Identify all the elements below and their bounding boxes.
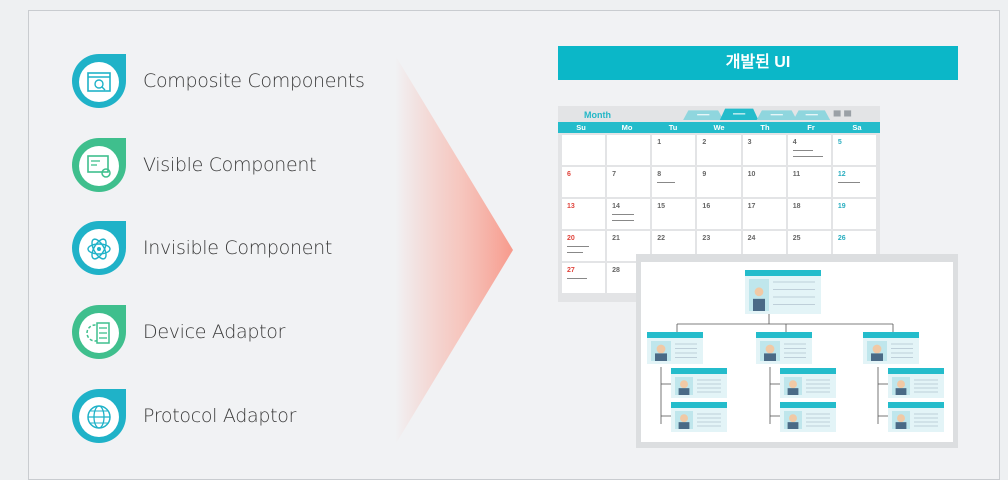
weekday-label: Th [760, 123, 770, 132]
org-card [647, 332, 703, 364]
result-title: 개발된 UI [558, 46, 958, 80]
atom-icon [70, 219, 128, 277]
calendar-day-cell: 1 [652, 135, 696, 165]
calendar-day-number: 28 [612, 267, 620, 274]
calendar-day-number: 24 [747, 235, 756, 242]
calendar-weekday-header: Su Mo Tu We Th Fr Sa [558, 122, 880, 133]
calendar-month-label: Month [584, 110, 611, 120]
calendar-day-cell: 17 [742, 199, 786, 229]
calendar-event-line [792, 156, 823, 157]
weekday-label: We [713, 123, 725, 132]
list-item-composite-components: Composite Components [70, 52, 390, 112]
list-item-device-adaptor: Device Adaptor [70, 303, 390, 363]
calendar-day-cell [562, 135, 606, 165]
calendar-day-number: 1 [657, 139, 662, 146]
calendar-day-cell: 10 [742, 167, 786, 197]
calendar-day-number: 21 [612, 235, 620, 242]
calendar-day-number: 13 [567, 203, 575, 210]
calendar-day-number: 3 [747, 139, 752, 146]
org-card [756, 332, 812, 364]
calendar-day-cell: 9 [697, 167, 741, 197]
calendar-event-line [612, 220, 635, 221]
calendar-day-number: 4 [792, 139, 797, 146]
calendar-day-cell: 7 [607, 167, 651, 197]
calendar-event-line [837, 182, 860, 183]
calendar-day-cell: 16 [697, 199, 741, 229]
weekday-label: Su [576, 123, 586, 132]
calendar-day-cell: 20 [562, 231, 606, 261]
calendar-day-number: 18 [792, 203, 801, 210]
calendar-day-cell: 12 [832, 167, 876, 197]
calendar-day-number: 23 [702, 235, 711, 242]
org-card [780, 402, 836, 432]
calendar-day-cell: 8 [652, 167, 696, 197]
item-label: Protocol Adaptor [143, 405, 297, 427]
calendar-day-number: 25 [792, 235, 801, 242]
calendar-day-number: 16 [702, 203, 711, 210]
weekday-label: Sa [852, 123, 862, 132]
calendar-day-number: 5 [837, 139, 842, 146]
calendar-event-line [567, 278, 587, 279]
calendar-day-number: 27 [567, 267, 575, 274]
weekday-label: Mo [621, 123, 633, 132]
list-item-visible-component: Visible Component [70, 136, 390, 196]
calendar-day-number: 12 [837, 171, 846, 178]
calendar-event-line [567, 246, 589, 247]
weekday-label: Fr [807, 123, 815, 132]
calendar-day-number: 20 [567, 235, 575, 242]
calendar-day-cell: 4 [787, 135, 831, 165]
calendar-day-cell: 13 [562, 199, 606, 229]
org-card [863, 332, 919, 364]
org-chart-preview [636, 254, 958, 448]
calendar-day-cell: 15 [652, 199, 696, 229]
org-card [888, 402, 944, 432]
calendar-day-cell: 18 [787, 199, 831, 229]
item-label: Visible Component [143, 154, 317, 176]
dashboard-settings-icon [70, 136, 128, 194]
calendar-day-cell [607, 135, 651, 165]
calendar-day-cell: 19 [832, 199, 876, 229]
calendar-day-number: 11 [792, 171, 801, 178]
calendar-day-number: 26 [837, 235, 846, 242]
weekday-label: Tu [668, 123, 678, 132]
calendar-day-number: 7 [612, 171, 617, 178]
calendar-day-number: 10 [747, 171, 756, 178]
item-label: Device Adaptor [143, 321, 286, 343]
calendar-day-number: 14 [612, 203, 620, 210]
calendar-day-cell: 5 [832, 135, 876, 165]
calendar-day-cell: 27 [562, 263, 606, 293]
list-item-protocol-adaptor: Protocol Adaptor [70, 387, 390, 447]
calendar-day-number: 6 [567, 171, 571, 178]
server-gear-icon [70, 303, 128, 361]
list-item-invisible-component: Invisible Component [70, 219, 390, 279]
calendar-day-cell: 6 [562, 167, 606, 197]
org-card [671, 368, 727, 398]
calendar-day-number: 17 [747, 203, 756, 210]
org-chart-diagram [647, 270, 944, 432]
calendar-day-number: 9 [702, 171, 707, 178]
calendar-day-number: 2 [702, 139, 707, 146]
org-card-root [745, 270, 821, 314]
calendar-event-line [792, 150, 813, 151]
calendar-day-number: 22 [657, 235, 666, 242]
calendar-day-number: 8 [657, 171, 662, 178]
org-card [671, 402, 727, 432]
item-label: Composite Components [143, 70, 365, 92]
calendar-day-cell: 11 [787, 167, 831, 197]
calendar-day-number: 15 [657, 203, 666, 210]
calendar-day-cell: 2 [697, 135, 741, 165]
globe-icon [70, 387, 128, 445]
calendar-day-cell: 3 [742, 135, 786, 165]
org-card [888, 368, 944, 398]
calendar-event-line [612, 214, 635, 215]
item-label: Invisible Component [143, 237, 333, 259]
calendar-event-line [657, 182, 676, 183]
org-chart-canvas [641, 262, 953, 442]
window-search-icon [70, 52, 128, 110]
org-card [780, 368, 836, 398]
calendar-day-number: 19 [837, 203, 846, 210]
calendar-event-line [567, 252, 583, 253]
arrow-shape [395, 55, 513, 445]
calendar-day-cell: 14 [607, 199, 651, 229]
